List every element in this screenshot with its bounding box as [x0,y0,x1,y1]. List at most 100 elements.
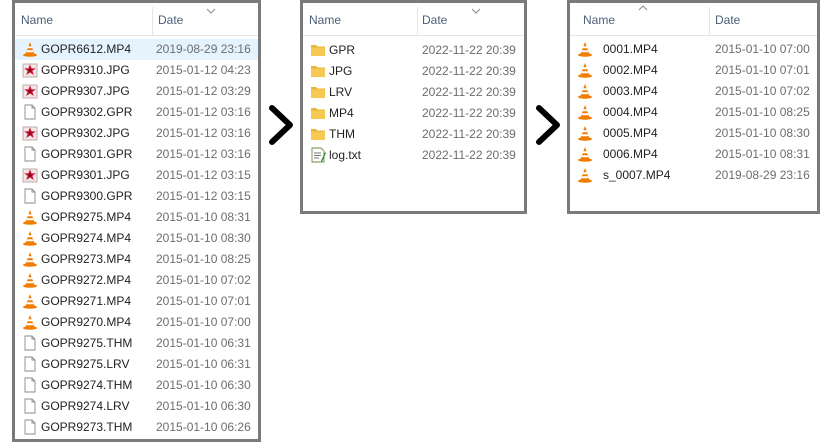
file-row[interactable]: GOPR9307.JPG 2015-01-12 03:29 [15,81,258,102]
file-row[interactable]: GOPR9274.LRV 2015-01-10 06:30 [15,396,258,417]
file-row[interactable]: GOPR9275.THM 2015-01-10 06:31 [15,333,258,354]
file-date: 2015-01-10 08:30 [715,126,810,140]
file-list: GOPR6612.MP4 2019-08-29 23:16 GOPR9310.JPG… [15,36,258,438]
vlc-cone-icon [577,146,593,162]
file-date: 2015-01-10 07:00 [715,42,810,56]
vlc-cone-icon [577,167,593,183]
file-date: 2015-01-10 07:02 [715,84,810,98]
file-name: GOPR9274.THM [41,378,133,392]
column-header-name[interactable]: Name [21,13,53,27]
file-date: 2022-11-22 20:39 [422,64,516,78]
blank-file-icon [22,377,38,393]
file-row[interactable]: GOPR9273.MP4 2015-01-10 08:25 [15,249,258,270]
file-row[interactable]: GOPR9302.JPG 2015-01-12 03:16 [15,123,258,144]
sort-descending-icon [471,8,481,14]
file-name: log.txt [329,148,362,162]
blank-file-icon [22,104,38,120]
file-name: GOPR9302.JPG [41,126,130,140]
file-name: GOPR9275.MP4 [41,210,132,224]
column-divider[interactable] [709,7,710,35]
file-row[interactable]: GOPR9310.JPG 2015-01-12 04:23 [15,60,258,81]
file-name: 0002.MP4 [603,63,658,77]
file-row[interactable]: 0001.MP4 2015-01-10 07:00 [570,39,817,60]
file-row[interactable]: 0003.MP4 2015-01-10 07:02 [570,81,817,102]
file-row[interactable]: GOPR9275.LRV 2015-01-10 06:31 [15,354,258,375]
file-date: 2022-11-22 20:39 [422,85,516,99]
file-list: 0001.MP4 2015-01-10 07:00 0002.MP4 2015-01-… [570,36,817,186]
file-name: GOPR9310.JPG [41,63,130,77]
vlc-cone-icon [577,41,593,57]
file-row[interactable]: GOPR9274.MP4 2015-01-10 08:30 [15,228,258,249]
column-header-date[interactable]: Date [158,13,183,27]
file-row[interactable]: GOPR9301.JPG 2015-01-12 03:15 [15,165,258,186]
file-row[interactable]: THM 2022-11-22 20:39 [303,124,524,145]
file-date: 2015-01-12 03:16 [156,105,251,119]
file-name: MP4 [329,106,354,120]
vlc-cone-icon [22,230,38,246]
file-row[interactable]: GOPR9273.THM 2015-01-10 06:26 [15,417,258,438]
file-row[interactable]: MP4 2022-11-22 20:39 [303,103,524,124]
blank-file-icon [22,146,38,162]
folder-icon [310,84,326,100]
file-row[interactable]: s_0007.MP4 2019-08-29 23:16 [570,165,817,186]
file-row[interactable]: GOPR9302.GPR 2015-01-12 03:16 [15,102,258,123]
file-row[interactable]: GOPR9274.THM 2015-01-10 06:30 [15,375,258,396]
file-name: GOPR9275.THM [41,336,133,350]
column-divider[interactable] [417,7,418,35]
folder-icon [310,63,326,79]
file-row[interactable]: GOPR9300.GPR 2015-01-12 03:15 [15,186,258,207]
file-row[interactable]: GOPR9270.MP4 2015-01-10 07:00 [15,312,258,333]
image-file-icon [22,167,38,183]
file-row[interactable]: 0002.MP4 2015-01-10 07:01 [570,60,817,81]
column-divider[interactable] [152,7,153,35]
image-file-icon [22,62,38,78]
folder-icon [310,105,326,121]
file-name: s_0007.MP4 [603,168,671,182]
blank-file-icon [22,356,38,372]
vlc-cone-icon [22,314,38,330]
file-row[interactable]: GOPR9271.MP4 2015-01-10 07:01 [15,291,258,312]
sort-ascending-icon [638,5,648,11]
column-header-date[interactable]: Date [422,13,447,27]
file-row[interactable]: 0005.MP4 2015-01-10 08:30 [570,123,817,144]
vlc-cone-icon [22,251,38,267]
vlc-cone-icon [577,104,593,120]
file-row[interactable]: 0004.MP4 2015-01-10 08:25 [570,102,817,123]
file-date: 2022-11-22 20:39 [422,127,516,141]
column-header-row: Name Date [570,3,817,36]
column-header-date[interactable]: Date [715,13,740,27]
file-date: 2015-01-10 08:25 [156,252,251,266]
file-row[interactable]: GOPR9272.MP4 2015-01-10 07:02 [15,270,258,291]
file-date: 2015-01-10 07:01 [715,63,810,77]
file-date: 2015-01-10 06:30 [156,399,251,413]
column-header-name[interactable]: Name [583,13,615,27]
file-row[interactable]: GOPR6612.MP4 2019-08-29 23:16 [15,39,258,60]
file-row[interactable]: JPG 2022-11-22 20:39 [303,61,524,82]
file-date: 2015-01-10 07:00 [156,315,251,329]
file-name: 0006.MP4 [603,147,658,161]
text-file-icon [310,147,326,163]
file-row[interactable]: GOPR9301.GPR 2015-01-12 03:16 [15,144,258,165]
file-name: GOPR6612.MP4 [41,42,132,56]
file-row[interactable]: log.txt 2022-11-22 20:39 [303,145,524,166]
blank-file-icon [22,188,38,204]
file-name: GOPR9302.GPR [41,105,133,119]
file-date: 2015-01-10 07:01 [156,294,251,308]
file-date: 2015-01-10 06:31 [156,357,251,371]
vlc-cone-icon [22,209,38,225]
file-row[interactable]: 0006.MP4 2015-01-10 08:31 [570,144,817,165]
column-header-name[interactable]: Name [309,13,341,27]
file-row[interactable]: LRV 2022-11-22 20:39 [303,82,524,103]
file-name: GOPR9274.MP4 [41,231,132,245]
file-date: 2015-01-10 06:26 [156,420,251,434]
image-file-icon [22,125,38,141]
file-row[interactable]: GOPR9275.MP4 2015-01-10 08:31 [15,207,258,228]
file-date: 2015-01-12 03:16 [156,147,251,161]
folder-icon [310,42,326,58]
file-date: 2015-01-10 06:30 [156,378,251,392]
file-row[interactable]: GPR 2022-11-22 20:39 [303,40,524,61]
file-name: GPR [329,43,356,57]
vlc-cone-icon [577,83,593,99]
file-date: 2022-11-22 20:39 [422,43,516,57]
file-name: GOPR9300.GPR [41,189,133,203]
